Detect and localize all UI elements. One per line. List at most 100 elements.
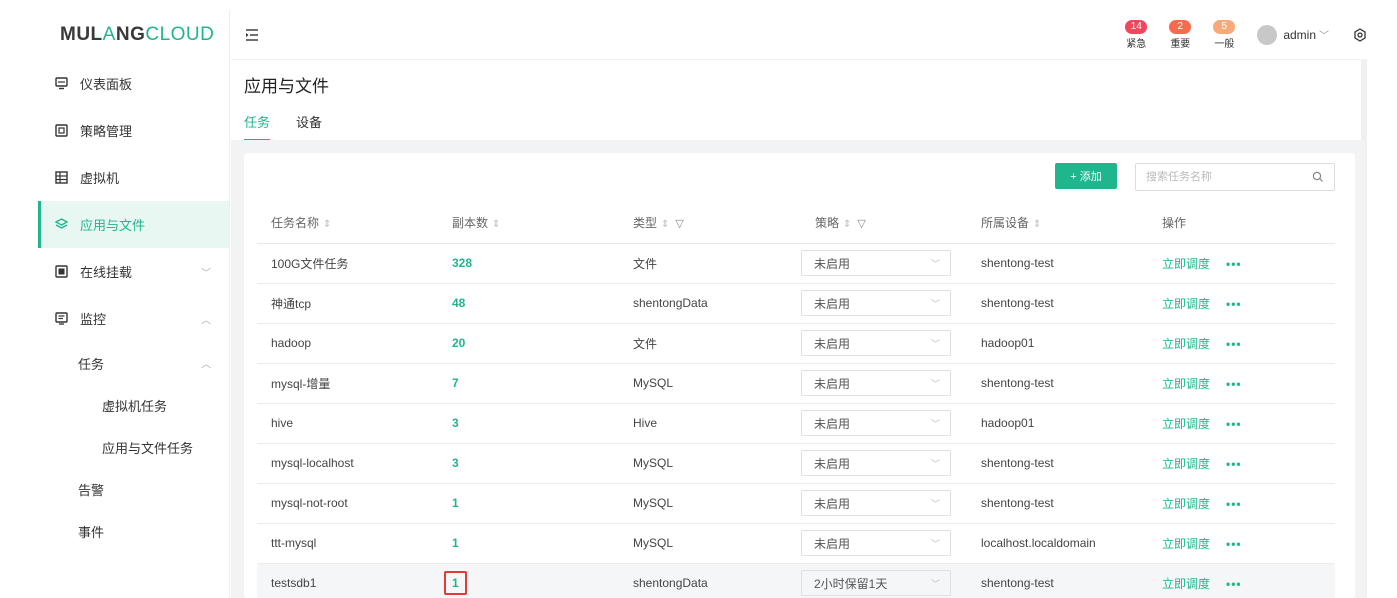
sidebar-item-mount[interactable]: 在线挂载 ﹀ [38,248,229,295]
mount-icon [54,265,68,279]
task-type: 文件 [619,323,801,364]
logo-text-2: A [102,24,116,45]
column-label: 策略 [815,215,840,230]
strategy-select[interactable]: 未启用 ﹀ [801,490,951,516]
important-alert-badge[interactable]: 2 重要 [1169,19,1192,50]
add-button[interactable]: + 添加 [1055,163,1117,189]
table-row: hive 3 Hive 未启用 ﹀ hadoop01 立即调度 ••• [257,403,1335,444]
strategy-select[interactable]: 未启用 ﹀ [801,450,951,476]
table-row: hadoop 20 文件 未启用 ﹀ hadoop01 立即调度 ••• [257,323,1335,364]
more-icon[interactable]: ••• [1226,377,1242,391]
more-icon[interactable]: ••• [1226,417,1242,431]
filter-icon[interactable]: ▽ [675,218,683,230]
sidebar-item-label: 虚拟机任务 [102,398,168,414]
strategy-value: 未启用 [814,296,851,311]
schedule-now-link[interactable]: 立即调度 [1162,377,1210,391]
sidebar-item-vm[interactable]: 虚拟机 [38,154,229,201]
sidebar-item-alarm[interactable]: 告警 [38,468,229,510]
task-name: 神通tcp [257,283,438,324]
replica-count-link[interactable]: 48 [452,296,465,310]
vm-icon [54,171,68,185]
sort-icon[interactable]: ⇕ [492,219,500,230]
schedule-now-link[interactable]: 立即调度 [1162,297,1210,311]
strategy-select[interactable]: 未启用 ﹀ [801,290,951,316]
filter-icon[interactable]: ▽ [857,218,865,230]
replica-count-link[interactable]: 328 [452,256,472,270]
replica-count-link[interactable]: 20 [452,336,465,350]
column-header-name[interactable]: 任务名称 ⇕ [257,202,438,244]
sort-icon[interactable]: ⇕ [661,219,669,230]
normal-alert-badge[interactable]: 5 一般 [1213,19,1236,50]
urgent-alert-badge[interactable]: 14 紧急 [1125,19,1148,50]
replica-count-link[interactable]: 7 [452,376,459,390]
sidebar-item-monitor[interactable]: 监控 ︿ [38,295,229,342]
logo: MUL A NG CLOUD [38,10,229,60]
column-label: 任务名称 [271,215,320,230]
task-name: hive [257,403,438,444]
schedule-now-link[interactable]: 立即调度 [1162,457,1210,471]
strategy-select[interactable]: 未启用 ﹀ [801,250,951,276]
sidebar-item-app-file[interactable]: 应用与文件 [38,201,229,248]
column-header-replicas[interactable]: 副本数 ⇕ [438,202,619,244]
sidebar-item-vm-task[interactable]: 虚拟机任务 [38,384,229,426]
strategy-select[interactable]: 未启用 ﹀ [801,370,951,396]
sort-icon[interactable]: ⇕ [323,219,331,230]
more-icon[interactable]: ••• [1226,337,1242,351]
more-icon[interactable]: ••• [1226,497,1242,511]
table-row: mysql-localhost 3 MySQL 未启用 ﹀ shentong-te… [257,443,1335,484]
sidebar-item-label: 应用与文件任务 [102,440,194,456]
strategy-select[interactable]: 未启用 ﹀ [801,410,951,436]
sort-icon[interactable]: ⇕ [843,219,851,230]
task-name: ttt-mysql [257,523,438,564]
schedule-now-link[interactable]: 立即调度 [1162,497,1210,511]
column-header-type[interactable]: 类型 ⇕ ▽ [619,202,801,244]
replica-count-link[interactable]: 3 [452,416,459,430]
strategy-value: 未启用 [814,456,851,471]
chevron-down-icon: ﹀ [930,298,940,309]
sidebar-item-app-task[interactable]: 应用与文件任务 [38,426,229,468]
strategy-select[interactable]: 2小时保留1天 ﹀ [801,570,951,596]
schedule-now-link[interactable]: 立即调度 [1162,417,1210,431]
chevron-down-icon: ﹀ [930,498,940,509]
sidebar-item-label: 虚拟机 [80,171,120,186]
chevron-down-icon: ﹀ [930,418,940,429]
replica-count-link[interactable]: 3 [452,456,459,470]
tabs: 任务 设备 [244,112,348,141]
sidebar-item-label: 监控 [80,312,107,327]
more-icon[interactable]: ••• [1226,297,1242,311]
replica-count-link[interactable]: 1 [444,571,467,595]
tab-task[interactable]: 任务 [244,112,271,141]
column-header-actions: 操作 [1148,202,1335,244]
more-icon[interactable]: ••• [1226,537,1242,551]
column-header-strategy[interactable]: 策略 ⇕ ▽ [801,202,967,244]
sidebar-item-event[interactable]: 事件 [38,510,229,552]
schedule-now-link[interactable]: 立即调度 [1162,337,1210,351]
user-menu[interactable]: admin ﹀ [1257,24,1329,45]
schedule-now-link[interactable]: 立即调度 [1162,577,1210,591]
menu-fold-icon[interactable] [245,28,259,42]
replica-count-link[interactable]: 1 [452,496,459,510]
strategy-select[interactable]: 未启用 ﹀ [801,330,951,356]
search-icon[interactable] [1312,171,1324,183]
more-icon[interactable]: ••• [1226,457,1242,471]
strategy-select[interactable]: 未启用 ﹀ [801,530,951,556]
sidebar-item-task[interactable]: 任务 ︿ [38,342,229,384]
schedule-now-link[interactable]: 立即调度 [1162,257,1210,271]
more-icon[interactable]: ••• [1226,257,1242,271]
sort-icon[interactable]: ⇕ [1033,219,1041,230]
column-header-device[interactable]: 所属设备 ⇕ [967,202,1148,244]
tab-device[interactable]: 设备 [296,112,322,141]
sidebar-item-policy[interactable]: 策略管理 [38,107,229,154]
task-type: Hive [619,403,801,444]
column-label: 副本数 [452,215,489,230]
search-input[interactable] [1146,171,1312,183]
dashboard-icon [54,77,68,91]
settings-icon[interactable] [1353,27,1367,42]
sidebar-item-dashboard[interactable]: 仪表面板 [38,60,229,107]
strategy-value: 未启用 [814,256,851,271]
chevron-down-icon: ﹀ [930,258,940,269]
chevron-down-icon: ﹀ [930,578,940,589]
replica-count-link[interactable]: 1 [452,536,459,550]
more-icon[interactable]: ••• [1226,577,1242,591]
schedule-now-link[interactable]: 立即调度 [1162,537,1210,551]
